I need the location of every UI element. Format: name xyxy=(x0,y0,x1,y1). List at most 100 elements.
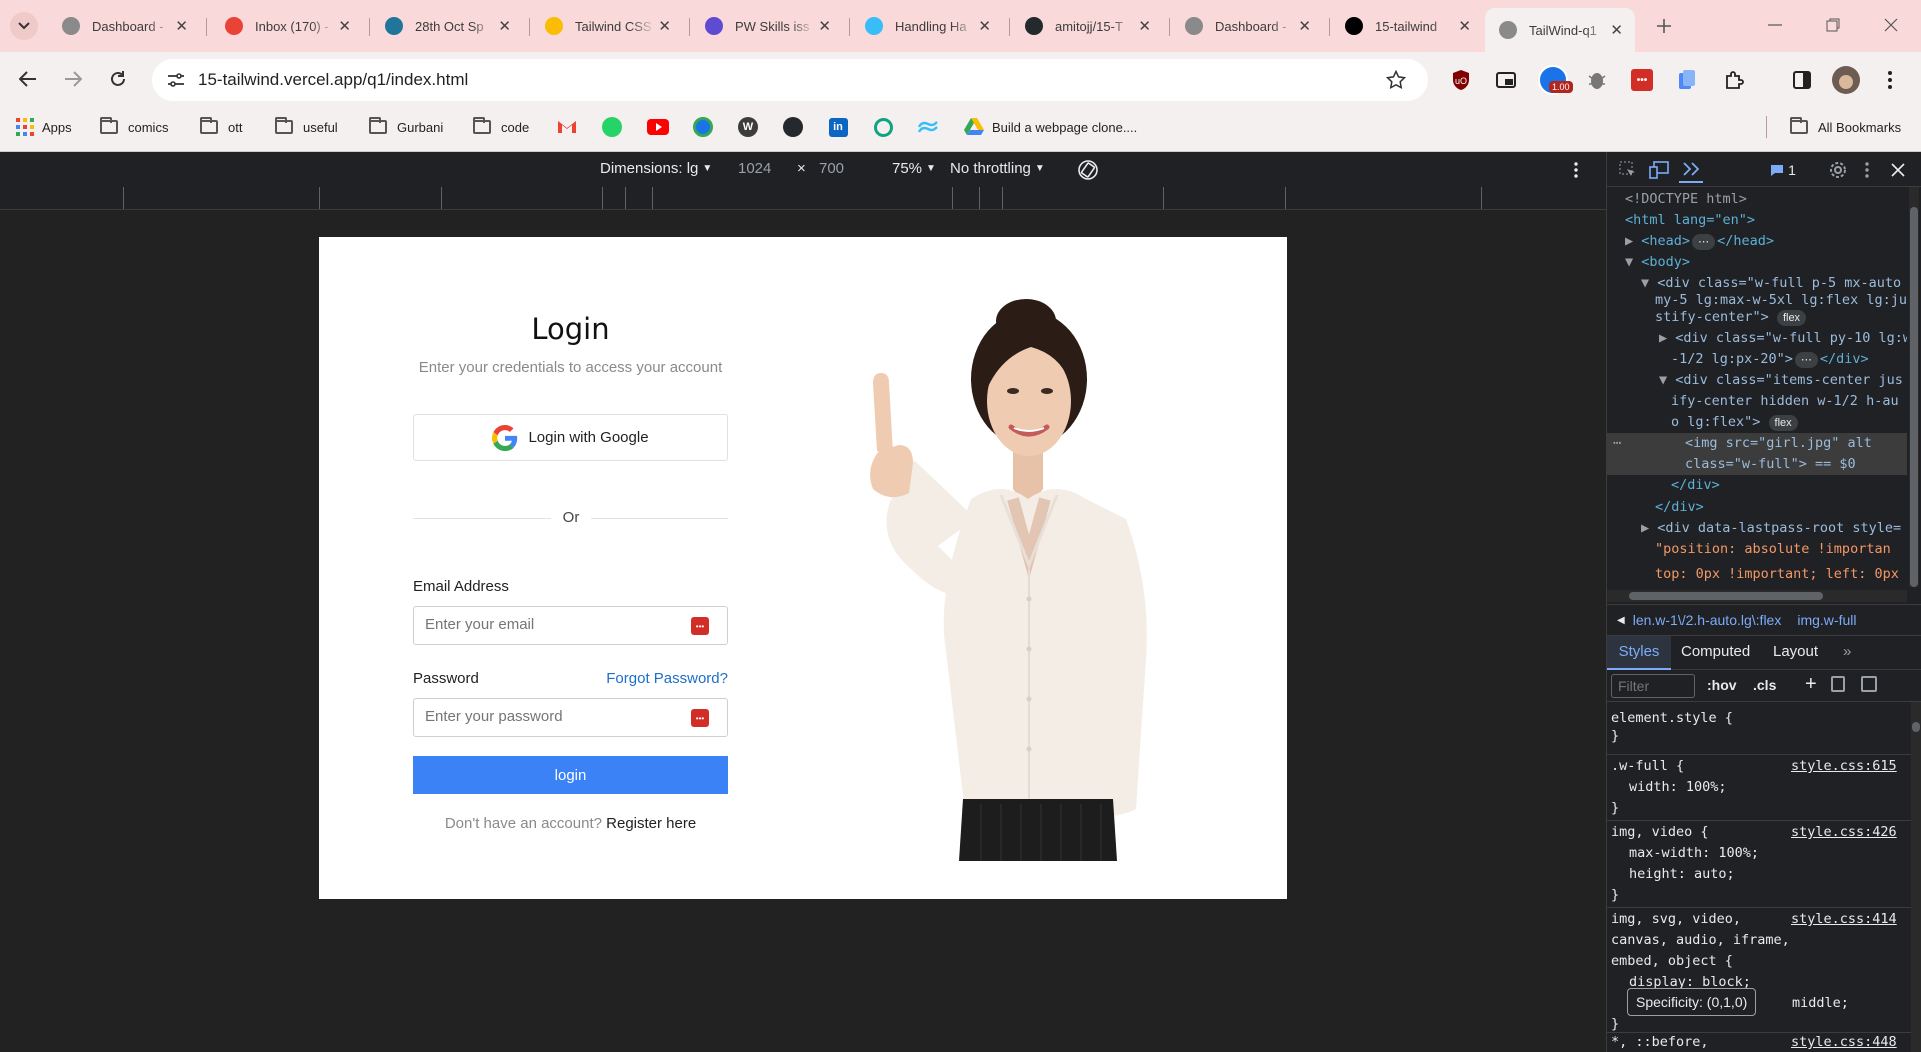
bookmark-tailwind-icon[interactable] xyxy=(917,116,939,138)
style-rule-selector[interactable]: element.style { xyxy=(1611,708,1733,729)
close-window-button[interactable] xyxy=(1876,12,1906,38)
elements-tree[interactable]: <!DOCTYPE html> <html lang="en"> ▶ <head… xyxy=(1607,187,1907,497)
site-info-icon[interactable] xyxy=(162,66,190,94)
profile-extension-icon[interactable]: 1.00 xyxy=(1537,64,1573,96)
height-input[interactable]: 700 xyxy=(819,160,844,177)
address-bar[interactable]: 15-tailwind.vercel.app/q1/index.html xyxy=(152,59,1428,101)
extensions-puzzle-icon[interactable] xyxy=(1722,68,1746,92)
browser-tab[interactable]: TailWind-q1 ✕ xyxy=(1485,8,1635,52)
dom-line[interactable]: ▶ <div data-lastpass-root style= xyxy=(1641,518,1901,539)
more-panels-icon[interactable] xyxy=(1679,157,1703,183)
google-login-button[interactable]: Login with Google xyxy=(413,414,728,461)
bookmark-github-icon[interactable] xyxy=(782,116,804,138)
new-tab-button[interactable] xyxy=(1650,12,1678,40)
hover-state-toggle[interactable]: :hov xyxy=(1707,677,1737,693)
tab-computed[interactable]: Computed xyxy=(1681,636,1750,668)
dom-line[interactable]: ▶ <div class="w-full py-10 lg:w xyxy=(1659,328,1907,349)
tab-close-icon[interactable]: ✕ xyxy=(1138,17,1151,35)
all-bookmarks-folder[interactable]: All Bookmarks xyxy=(1790,114,1901,140)
style-property[interactable]: height: auto; xyxy=(1629,864,1735,885)
browser-menu-icon[interactable] xyxy=(1880,68,1900,92)
minimize-button[interactable] xyxy=(1760,12,1790,38)
style-rule-selector[interactable]: .w-full { xyxy=(1611,756,1684,777)
device-toggle-icon[interactable] xyxy=(1647,159,1671,181)
media-query-ruler[interactable] xyxy=(0,187,1606,210)
tab-styles[interactable]: Styles xyxy=(1607,636,1671,670)
device-toolbar-more-icon[interactable] xyxy=(1566,158,1586,182)
dom-line[interactable]: -1/2 lg:px-20"> ⋯ </div> xyxy=(1671,349,1869,370)
browser-tab[interactable]: 15-tailwind ✕ xyxy=(1331,8,1483,44)
bookmark-folder-gurbani[interactable]: Gurbani xyxy=(369,114,443,140)
tab-close-icon[interactable]: ✕ xyxy=(1298,17,1311,35)
lastpass-extension-icon[interactable]: ••• xyxy=(1630,68,1654,92)
password-input[interactable] xyxy=(425,708,675,725)
style-property[interactable]: middle; xyxy=(1792,993,1849,1014)
browser-tab[interactable]: amitojj/15-T ✕ xyxy=(1011,8,1163,44)
vertical-scrollbar[interactable] xyxy=(1909,187,1919,587)
style-rule-selector[interactable]: *, ::before, xyxy=(1611,1032,1709,1052)
style-property[interactable]: width: 100%; xyxy=(1629,777,1727,798)
profile-avatar[interactable] xyxy=(1832,66,1860,94)
forgot-password-link[interactable]: Forgot Password? xyxy=(579,670,728,687)
tab-close-icon[interactable]: ✕ xyxy=(175,17,188,35)
browser-tab[interactable]: 28th Oct Sp ✕ xyxy=(371,8,523,44)
url-text[interactable]: 15-tailwind.vercel.app/q1/index.html xyxy=(198,70,468,90)
bookmark-folder-ott[interactable]: ott xyxy=(200,114,242,140)
dom-line[interactable]: top: 0px !important; left: 0px xyxy=(1655,567,1899,585)
class-toggle[interactable]: .cls xyxy=(1753,677,1776,693)
browser-tab[interactable]: PW Skills iss ✕ xyxy=(691,8,843,44)
dom-line[interactable]: <html lang="en"> xyxy=(1625,210,1755,231)
styles-filter-input[interactable] xyxy=(1611,674,1695,698)
lastpass-autofill-icon[interactable]: ••• xyxy=(691,617,709,635)
login-button[interactable]: login xyxy=(413,756,728,794)
new-rule-icon[interactable]: + xyxy=(1805,673,1817,696)
style-source-link[interactable]: style.css:448 xyxy=(1791,1032,1897,1052)
back-button[interactable] xyxy=(14,65,42,93)
tab-close-icon[interactable]: ✕ xyxy=(658,17,671,35)
close-devtools-icon[interactable] xyxy=(1887,159,1909,181)
dom-line[interactable]: class="w-full"> == $0 xyxy=(1685,454,1856,475)
settings-gear-icon[interactable] xyxy=(1827,159,1849,181)
tab-close-icon[interactable]: ✕ xyxy=(818,17,831,35)
restore-button[interactable] xyxy=(1818,12,1848,38)
tab-close-icon[interactable]: ✕ xyxy=(1458,17,1471,35)
zoom-dropdown[interactable]: 75% ▼ xyxy=(892,160,936,177)
bookmark-drive-doc[interactable]: Build a webpage clone.... xyxy=(964,114,1137,140)
more-tabs-icon[interactable]: » xyxy=(1843,636,1851,668)
bookmark-linkedin-icon[interactable]: in xyxy=(827,116,849,138)
dom-line[interactable]: </div> xyxy=(1671,475,1720,496)
dom-line[interactable]: ify-center hidden w-1/2 h-au xyxy=(1671,391,1899,412)
tab-close-icon[interactable]: ✕ xyxy=(338,17,351,35)
side-panel-icon[interactable] xyxy=(1790,68,1814,92)
bookmark-folder-comics[interactable]: comics xyxy=(100,114,168,140)
dom-line[interactable]: "position: absolute !importan xyxy=(1655,539,1891,560)
bookmark-folder-code[interactable]: code xyxy=(473,114,529,140)
dom-line[interactable]: o lg:flex"> flex xyxy=(1671,412,1798,433)
tab-search-button[interactable] xyxy=(10,12,38,40)
bookmark-apps[interactable]: Apps xyxy=(16,114,72,140)
email-field[interactable]: ••• xyxy=(413,606,728,645)
browser-tab[interactable]: Dashboard - ✕ xyxy=(1171,8,1323,44)
bookmark-site-icon[interactable] xyxy=(692,116,714,138)
horizontal-scrollbar[interactable] xyxy=(1607,590,1907,602)
style-source-link[interactable]: style.css:615 xyxy=(1791,756,1897,777)
copy-extension-icon[interactable] xyxy=(1676,68,1698,92)
breadcrumb-item[interactable]: len.w-1\/2.h-auto.lg\:flex xyxy=(1633,612,1782,628)
bookmark-folder-useful[interactable]: useful xyxy=(275,114,338,140)
browser-tab[interactable]: Handling Ha ✕ xyxy=(851,8,1003,44)
breadcrumb-item-active[interactable]: img.w-full xyxy=(1797,612,1856,628)
throttling-dropdown[interactable]: No throttling ▼ xyxy=(950,160,1045,177)
dom-line[interactable]: ▼ <div class="items-center jus xyxy=(1659,370,1903,391)
style-rule-selector[interactable]: img, video { xyxy=(1611,822,1709,843)
issues-icon[interactable]: 1 xyxy=(1767,160,1799,180)
browser-tab[interactable]: Tailwind CSS ✕ xyxy=(531,8,683,44)
dom-line[interactable]: <img src="girl.jpg" alt xyxy=(1685,433,1872,454)
dom-line[interactable]: </div> xyxy=(1655,497,1704,518)
style-rule-selector[interactable]: img, svg, video, canvas, audio, iframe, … xyxy=(1611,909,1791,972)
flex-badge[interactable]: flex xyxy=(1776,310,1807,326)
dimensions-dropdown[interactable]: Dimensions: lg ▼ xyxy=(600,160,712,177)
lastpass-autofill-icon[interactable]: ••• xyxy=(691,709,709,727)
browser-tab[interactable]: Dashboard - ✕ xyxy=(48,8,200,44)
tab-layout[interactable]: Layout xyxy=(1773,636,1818,668)
bookmark-wordpress-icon[interactable]: W xyxy=(737,116,759,138)
